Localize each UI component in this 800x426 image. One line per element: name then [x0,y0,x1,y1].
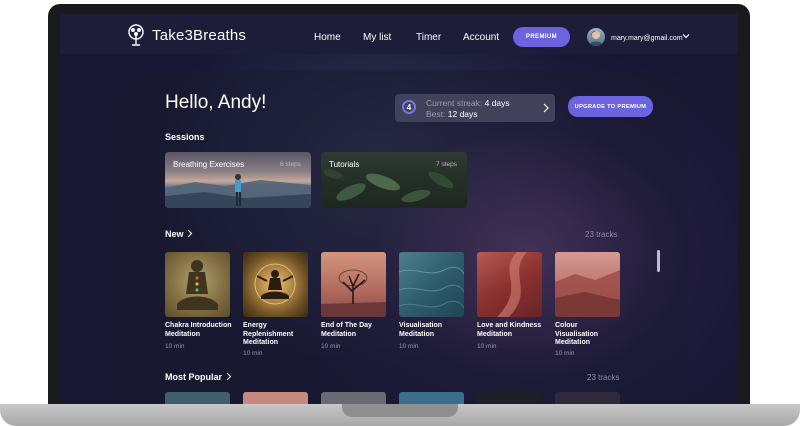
upgrade-to-premium-button[interactable]: UPGRADE TO PREMIUM [568,96,653,117]
streak-widget[interactable]: 4 Current streak: 4 days Best: 12 days [395,94,555,122]
track-duration: 10 min [321,343,341,350]
track-title[interactable]: Love and Kindness Meditation [477,322,549,339]
track-title[interactable]: Energy Replenishment Meditation [243,322,315,348]
new-track-count: 23 tracks [585,230,618,239]
track-duration: 10 min [243,350,263,357]
nav-link-my-list[interactable]: My list [363,32,391,43]
popular-track-thumbnail[interactable] [555,392,620,404]
new-heading[interactable]: New [165,229,184,239]
track-thumbnail-love-kindness[interactable] [477,252,542,317]
session-name: Breathing Exercises [173,160,245,169]
track-thumbnail-energy[interactable] [243,252,308,317]
track-thumbnail-colour[interactable] [555,252,620,317]
chevron-right-icon[interactable] [542,103,550,113]
meditating-figure-image [177,260,218,310]
chevron-right-icon[interactable] [187,229,193,238]
track-duration: 10 min [165,343,185,350]
scrollbar-thumb[interactable] [657,250,660,272]
best-streak-label: Best: [426,109,446,119]
streak-count-badge: 4 [402,100,416,114]
popular-track-thumbnail[interactable] [243,392,308,404]
best-streak-value: 12 days [447,109,478,119]
person-icon [589,31,603,46]
session-name: Tutorials [329,160,360,169]
most-popular-heading[interactable]: Most Popular [165,372,222,382]
meditating-figure-image [254,263,296,305]
app-screen: Take3Breaths Home My list Timer Account … [60,14,738,404]
tree-image [321,269,386,317]
chevron-down-icon[interactable] [682,32,690,40]
premium-button[interactable]: PREMIUM [513,27,570,47]
track-title[interactable]: End of The Day Meditation [321,322,393,339]
brand-name: Take3Breaths [152,26,247,44]
popular-track-thumbnail[interactable] [399,392,464,404]
session-card-tutorials[interactable]: Tutorials 7 steps [321,152,467,208]
page-greeting: Hello, Andy! [165,92,267,113]
landscape-image [555,270,620,317]
track-duration: 10 min [477,343,497,350]
session-steps: 6 steps [280,161,301,168]
brand-logo[interactable]: Take3Breaths [126,24,246,46]
top-navigation: Take3Breaths Home My list Timer Account … [60,14,738,54]
track-thumbnail-visualisation[interactable] [399,252,464,317]
lotus-tree-icon [128,24,144,46]
current-streak-value: 4 days [484,98,510,108]
track-thumbnail-end-of-day[interactable] [321,252,386,317]
current-streak: Current streak: 4 days [426,98,510,108]
chevron-right-icon[interactable] [226,372,232,381]
session-steps: 7 steps [436,161,457,168]
track-duration: 10 min [555,350,575,357]
best-streak: Best: 12 days [426,109,478,119]
nav-link-timer[interactable]: Timer [416,32,441,43]
track-title[interactable]: Chakra Introduction Meditation [165,322,237,339]
current-streak-label: Current streak: [426,98,483,108]
laptop-notch [342,404,458,417]
track-title[interactable]: Visualisation Meditation [399,322,471,339]
user-avatar[interactable] [587,28,605,46]
nav-link-account[interactable]: Account [463,32,499,43]
nav-link-home[interactable]: Home [314,32,341,43]
popular-track-thumbnail[interactable] [477,392,542,404]
sessions-heading: Sessions [165,132,205,142]
user-email[interactable]: mary.mary@gmail.com [611,35,683,42]
river-image [497,252,527,317]
session-card-breathing[interactable]: Breathing Exercises 6 steps [165,152,311,208]
water-image [399,266,464,309]
track-title[interactable]: Colour Visualisation Meditation [555,322,615,348]
popular-track-thumbnail[interactable] [165,392,230,404]
popular-track-count: 23 tracks [587,373,620,382]
track-duration: 10 min [399,343,419,350]
track-thumbnail-chakra[interactable] [165,252,230,317]
popular-track-thumbnail[interactable] [321,392,386,404]
